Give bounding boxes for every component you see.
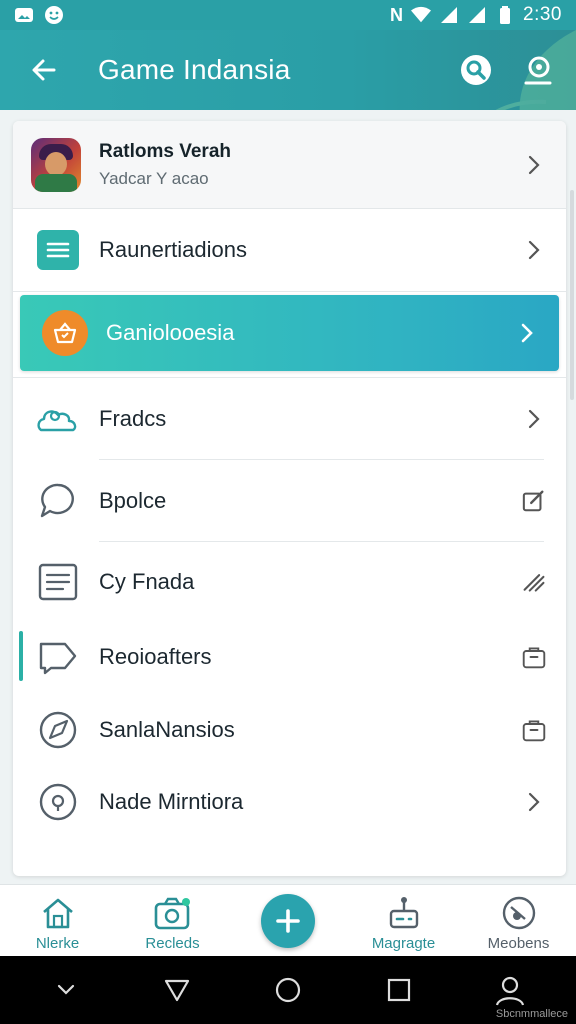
menu-item-bpolce[interactable]: Bpolce xyxy=(13,461,566,541)
bag-icon[interactable] xyxy=(522,645,546,669)
nav-label: Meobens xyxy=(487,935,550,952)
nav-item-home[interactable]: Nlerke xyxy=(0,885,115,957)
slash-circle-icon xyxy=(499,893,539,933)
back-button[interactable] xyxy=(22,48,66,92)
menu-item-nade-mirntiora[interactable]: Nade Mirntiora xyxy=(13,765,566,839)
bag-icon[interactable] xyxy=(522,718,546,742)
chevron-right-icon xyxy=(522,153,546,177)
document-icon xyxy=(35,559,81,605)
nav-label: Nlerke xyxy=(35,935,80,952)
user-icon xyxy=(524,56,552,85)
chevron-down-icon xyxy=(57,984,74,995)
divider xyxy=(99,541,544,542)
home-nav-button[interactable] xyxy=(268,970,308,1010)
divider xyxy=(13,291,566,292)
watermark-text: Sbcnmmallece xyxy=(495,1008,568,1020)
menu-item-label: SanlaNansios xyxy=(99,717,235,742)
menu-item-ganiolooesia[interactable]: Ganiolooesia xyxy=(20,295,559,371)
profile-button[interactable] xyxy=(520,52,556,88)
chevron-right-icon xyxy=(515,321,539,345)
signal-icon-2 xyxy=(467,6,487,24)
chat-bubble-icon xyxy=(35,478,81,524)
arrow-left-icon xyxy=(32,59,56,81)
menu-item-reoioafters[interactable]: Reoioafters xyxy=(13,619,566,695)
menu-item-label: Bpolce xyxy=(99,488,167,513)
nav-item-recleds[interactable]: Recleds xyxy=(115,885,230,957)
account-nav-button[interactable] xyxy=(490,970,530,1010)
home-icon xyxy=(38,893,78,933)
divider xyxy=(13,377,566,378)
nav-label: Recleds xyxy=(145,935,200,952)
clock: 2:30 xyxy=(523,4,562,25)
basket-icon xyxy=(42,310,88,356)
edit-icon[interactable] xyxy=(522,489,546,513)
recents-nav-button[interactable] xyxy=(379,970,419,1010)
menu-item-label: Fradcs xyxy=(99,406,167,431)
menu-item-cy-fnada[interactable]: Cy Fnada xyxy=(13,543,566,621)
tag-icon xyxy=(35,634,81,680)
signal-icon xyxy=(439,6,459,24)
nav-label: Magragte xyxy=(371,935,436,952)
compass-icon xyxy=(35,707,81,753)
person-icon xyxy=(496,976,525,1006)
profile-name: Ratloms Verah xyxy=(99,140,231,162)
menu-item-label: Ganiolooesia xyxy=(106,320,235,345)
info-icon xyxy=(35,779,81,825)
system-navigation-bar: Sbcnmmallece xyxy=(0,956,576,1024)
profile-subtitle: Yadcar Y acao xyxy=(99,168,209,188)
nfc-icon: N xyxy=(390,4,404,25)
menu-card: Ratloms Verah Yadcar Y acao Raunertiadio… xyxy=(13,121,566,876)
avatar xyxy=(31,137,81,192)
menu-item-label: Cy Fnada xyxy=(99,569,195,594)
pencil-lines-icon[interactable] xyxy=(522,570,546,594)
nav-item-meobens[interactable]: Meobens xyxy=(461,885,576,957)
menu-item-label: Nade Mirntiora xyxy=(99,789,244,814)
app-bar: Game Indansia xyxy=(0,30,576,110)
search-button[interactable] xyxy=(458,52,494,88)
menu-item-sanlanansios[interactable]: SanlaNansios xyxy=(13,693,566,767)
chevron-right-icon xyxy=(522,407,546,431)
camera-icon xyxy=(153,893,193,933)
square-recents-icon xyxy=(388,978,411,1002)
chevron-right-icon xyxy=(522,790,546,814)
divider xyxy=(99,459,544,460)
triangle-back-icon xyxy=(164,979,189,1002)
search-icon xyxy=(461,55,491,85)
face-icon xyxy=(44,6,64,24)
add-fab-button[interactable] xyxy=(261,894,315,948)
wifi-icon xyxy=(411,6,432,24)
menu-item-raunertiadions[interactable]: Raunertiadions xyxy=(13,209,566,291)
profile-row[interactable]: Ratloms Verah Yadcar Y acao xyxy=(13,121,566,209)
menu-item-label: Reoioafters xyxy=(99,644,212,669)
back-nav-button[interactable] xyxy=(157,970,197,1010)
menu-item-fradcs[interactable]: Fradcs xyxy=(13,379,566,459)
hide-keyboard-button[interactable] xyxy=(46,970,86,1010)
battery-icon xyxy=(495,6,515,24)
chevron-right-icon xyxy=(522,238,546,262)
list-icon xyxy=(37,230,79,270)
scrollbar[interactable] xyxy=(570,190,574,400)
page-title: Game Indansia xyxy=(98,54,291,85)
nav-item-magragte[interactable]: Magragte xyxy=(346,885,461,957)
gallery-icon xyxy=(14,6,34,24)
circle-home-icon xyxy=(275,977,301,1003)
menu-item-label: Raunertiadions xyxy=(99,237,247,262)
people-icon xyxy=(35,396,81,442)
plus-icon xyxy=(276,909,300,933)
status-bar: N 2:30 xyxy=(0,0,576,30)
joystick-icon xyxy=(384,893,424,933)
